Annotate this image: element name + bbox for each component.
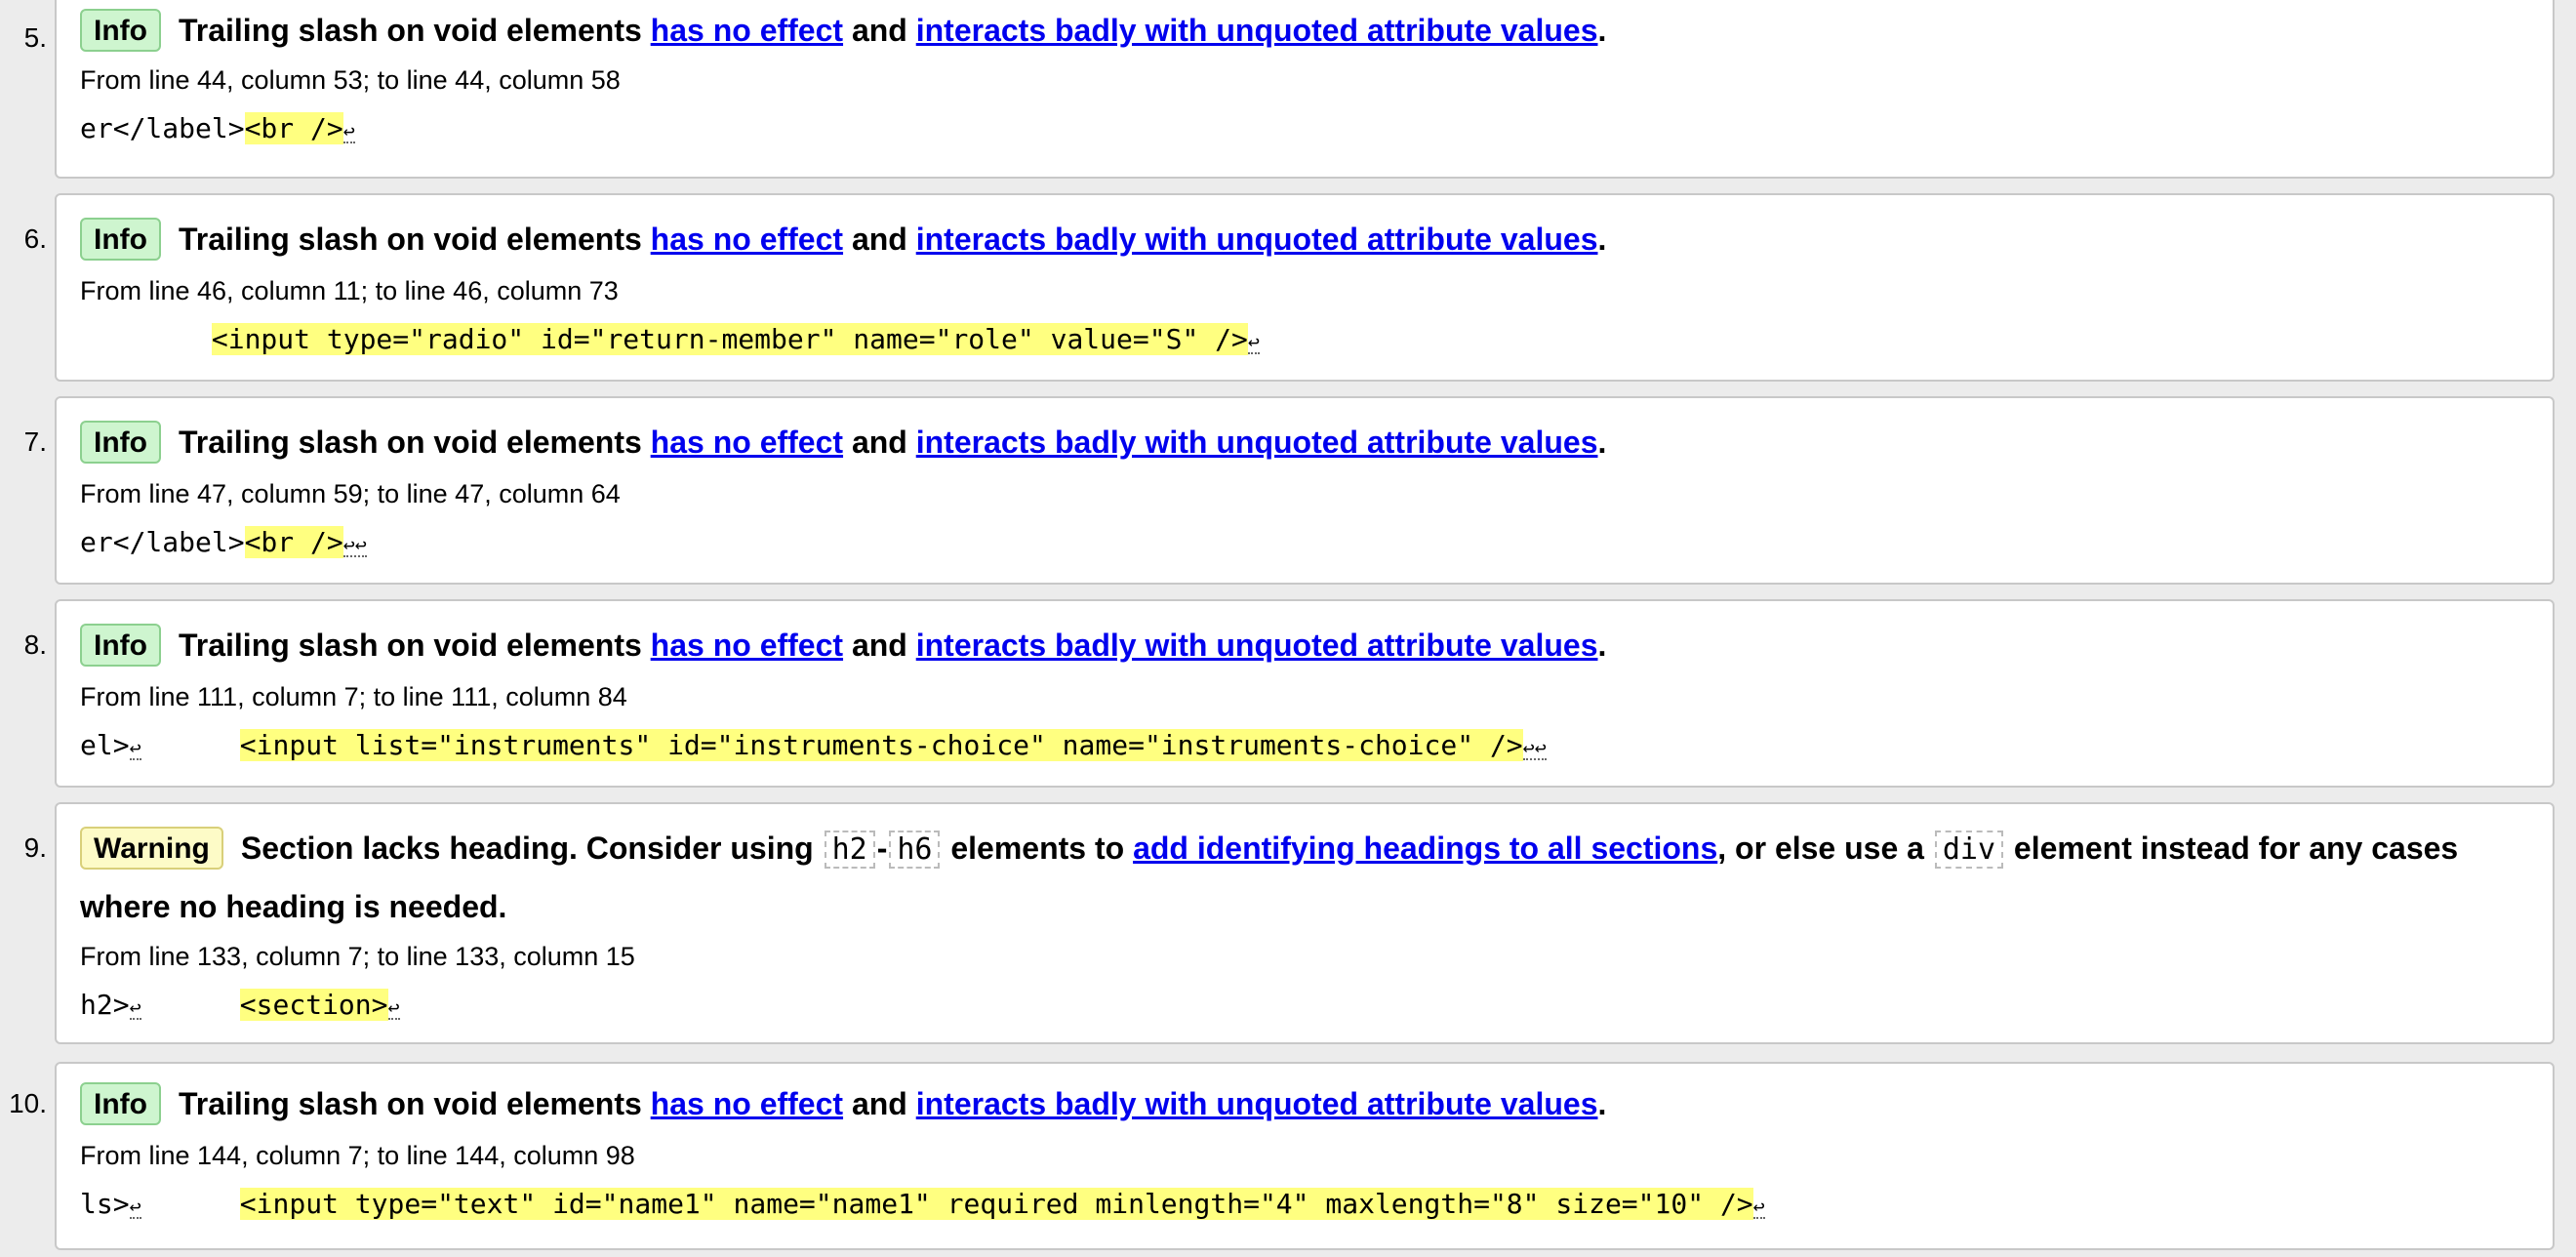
message-card: Info Trailing slash on void elements has … — [55, 193, 2555, 382]
unquoted-attribute-values-link[interactable]: interacts badly with unquoted attribute … — [916, 13, 1598, 48]
location-text: From line 133, column 7; to line 133, co… — [80, 942, 635, 971]
code-h2: h2 — [824, 831, 875, 869]
return-icon: ↩ — [129, 995, 141, 1020]
message-card: Info Trailing slash on void elements has … — [55, 1062, 2555, 1250]
return-icon: ↩↩ — [342, 533, 367, 557]
location-text: From line 144, column 7; to line 144, co… — [80, 1141, 635, 1170]
highlighted-code: <section> — [239, 989, 388, 1021]
code-h6: h6 — [889, 831, 941, 869]
unquoted-attribute-values-link[interactable]: interacts badly with unquoted attribute … — [916, 222, 1598, 257]
info-badge: Info — [80, 1081, 161, 1125]
source-extract: h2>↩ <section>↩ — [80, 989, 400, 1021]
message-text: Info Trailing slash on void elements has … — [80, 617, 2494, 673]
has-no-effect-link[interactable]: has no effect — [651, 13, 843, 48]
has-no-effect-link[interactable]: has no effect — [651, 222, 843, 257]
code-div: div — [1934, 831, 2004, 869]
info-badge: Info — [80, 217, 161, 261]
warning-badge: Warning — [80, 826, 223, 870]
source-extract: er</label><br />↩↩ — [80, 526, 367, 558]
return-icon: ↩↩ — [1522, 736, 1547, 760]
source-extract: <input type="radio" id="return-member" n… — [80, 322, 1260, 357]
location-text: From line 111, column 7; to line 111, co… — [80, 682, 627, 711]
return-icon: ↩ — [129, 1195, 141, 1219]
unquoted-attribute-values-link[interactable]: interacts badly with unquoted attribute … — [916, 628, 1598, 663]
add-headings-link[interactable]: add identifying headings to all sections — [1133, 831, 1717, 866]
location-text: From line 47, column 59; to line 47, col… — [80, 479, 621, 508]
unquoted-attribute-values-link[interactable]: interacts badly with unquoted attribute … — [916, 1086, 1598, 1121]
message-text: Info Trailing slash on void elements has … — [80, 414, 2494, 470]
highlighted-code: <input type="text" id="name1" name="name… — [239, 1188, 1753, 1220]
message-text: Warning Section lacks heading. Consider u… — [80, 820, 2494, 935]
message-number: 6. — [23, 223, 47, 254]
message-number: 5. — [23, 22, 47, 53]
return-icon: ↩ — [1247, 330, 1260, 354]
return-icon: ↩ — [387, 995, 400, 1020]
location-text: From line 46, column 11; to line 46, col… — [80, 276, 619, 305]
info-badge: Info — [80, 623, 161, 667]
message-card: Info Trailing slash on void elements has … — [55, 599, 2555, 788]
message-number: 10. — [9, 1088, 47, 1118]
info-badge: Info — [80, 420, 161, 464]
unquoted-attribute-values-link[interactable]: interacts badly with unquoted attribute … — [916, 425, 1598, 460]
message-text: Info Trailing slash on void elements has … — [80, 2, 2494, 59]
return-icon: ↩ — [1752, 1195, 1765, 1219]
message-card: Warning Section lacks heading. Consider u… — [55, 802, 2555, 1044]
has-no-effect-link[interactable]: has no effect — [651, 1086, 843, 1121]
message-card: Info Trailing slash on void elements has … — [55, 0, 2555, 179]
message-number: 8. — [23, 629, 47, 660]
has-no-effect-link[interactable]: has no effect — [651, 425, 843, 460]
message-text: Info Trailing slash on void elements has … — [80, 1075, 2494, 1132]
message-number: 9. — [23, 832, 47, 863]
highlighted-code: <input list="instruments" id="instrument… — [239, 729, 1523, 761]
highlighted-code: <br /> — [244, 112, 343, 144]
source-extract: ls>↩ <input type="text" id="name1" name=… — [80, 1188, 1765, 1220]
info-badge: Info — [80, 8, 161, 52]
message-number: 7. — [23, 426, 47, 457]
highlighted-code: <br /> — [244, 526, 343, 558]
highlighted-code: <input type="radio" id="return-member" n… — [211, 323, 1248, 355]
return-icon: ↩ — [342, 119, 355, 143]
source-extract: er</label><br />↩ — [80, 112, 355, 144]
message-text: Info Trailing slash on void elements has … — [80, 211, 2494, 267]
location-text: From line 44, column 53; to line 44, col… — [80, 65, 621, 95]
has-no-effect-link[interactable]: has no effect — [651, 628, 843, 663]
return-icon: ↩ — [129, 736, 141, 760]
message-card: Info Trailing slash on void elements has … — [55, 396, 2555, 585]
source-extract: el>↩ <input list="instruments" id="instr… — [80, 729, 1547, 761]
